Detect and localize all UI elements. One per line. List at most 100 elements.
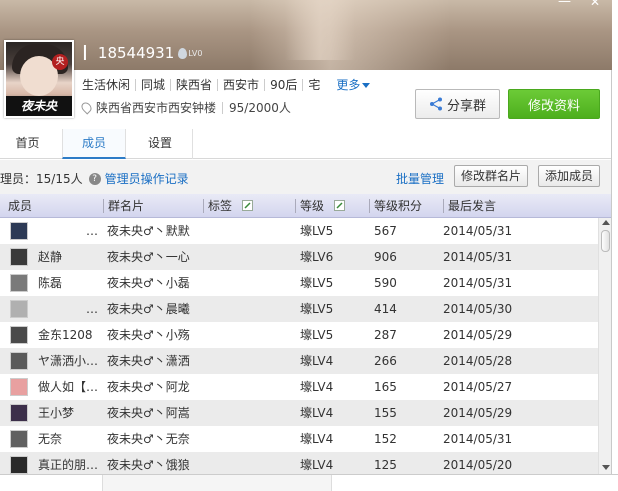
member-points: 125 [374, 458, 397, 472]
column-header-member[interactable]: 成员 [8, 194, 32, 218]
member-level: 壕LV4 [300, 458, 334, 472]
member-points: 266 [374, 354, 397, 368]
member-level: 壕LV5 [300, 224, 334, 238]
share-group-label: 分享群 [446, 98, 486, 114]
member-last-speech: 2014/05/31 [443, 432, 513, 446]
edit-group-card-button[interactable]: 修改群名片 [454, 165, 528, 187]
member-level: 壕LV4 [300, 380, 334, 394]
tab-bar: 首页 成员 设置 [0, 129, 612, 159]
tab-home[interactable]: 首页 [0, 129, 55, 159]
member-avatar[interactable] [10, 378, 28, 396]
member-level: 壕LV4 [300, 406, 334, 420]
member-points: 414 [374, 302, 397, 316]
admin-log-link[interactable]: 管理员操作记录 [105, 170, 189, 187]
share-icon [429, 97, 442, 111]
table-row[interactable]: … 夜未央♂丶晨曦 壕LV5 414 2014/05/30 [0, 296, 598, 322]
member-points: 152 [374, 432, 397, 446]
group-manager-window: — ✕ 央 夜未央 I 18544931 LV0 生活休闲 同城 陕西省 西安市… [0, 0, 618, 491]
member-card: 夜未央♂丶晨曦 [107, 302, 190, 316]
close-button[interactable]: ✕ [590, 0, 600, 8]
member-card: 夜未央♂丶阿龙 [107, 380, 190, 394]
member-avatar[interactable] [10, 274, 28, 292]
scroll-down-arrow-icon[interactable] [602, 465, 610, 470]
tag-item: 西安市 [223, 78, 260, 92]
member-card: 夜未央♂丶阿嵩 [107, 406, 190, 420]
table-row[interactable]: 做人如【… 夜未央♂丶阿龙 壕LV4 165 2014/05/27 [0, 374, 598, 400]
column-header-level[interactable]: 等级 [295, 194, 345, 218]
member-avatar[interactable] [10, 352, 28, 370]
member-avatar[interactable] [10, 430, 28, 448]
table-row[interactable]: 赵静 夜未央♂丶一心 壕LV6 906 2014/05/31 [0, 244, 598, 270]
member-last-speech: 2014/05/28 [443, 354, 513, 368]
member-last-speech: 2014/05/31 [443, 224, 513, 238]
banner-decoration [285, 0, 355, 60]
member-avatar[interactable] [10, 326, 28, 344]
more-tags-dropdown[interactable]: 更多 [336, 76, 370, 93]
add-member-button[interactable]: 添加成员 [538, 165, 600, 187]
share-group-button[interactable]: 分享群 [415, 89, 500, 119]
member-points: 155 [374, 406, 397, 420]
member-avatar[interactable] [10, 222, 28, 240]
member-name: ヤ潇洒小… [38, 354, 99, 368]
group-avatar[interactable]: 央 夜未央 [4, 40, 74, 118]
member-name: 无奈 [38, 432, 63, 446]
group-tags: 生活休闲 同城 陕西省 西安市 90后 宅 更多 [82, 76, 370, 93]
scroll-thumb[interactable] [601, 230, 610, 252]
member-card: 夜未央♂丶潇洒 [107, 354, 190, 368]
table-row[interactable]: … 夜未央♂丶默默 壕LV5 567 2014/05/31 [0, 218, 598, 244]
member-last-speech: 2014/05/31 [443, 276, 513, 290]
edit-pencil-icon[interactable] [241, 200, 253, 211]
member-last-speech: 2014/05/29 [443, 328, 513, 342]
table-scrollbar[interactable] [598, 218, 612, 474]
background-window-strip [0, 474, 618, 491]
tab-members[interactable]: 成员 [62, 129, 126, 159]
table-row[interactable]: 王小梦 夜未央♂丶阿嵩 壕LV4 155 2014/05/29 [0, 400, 598, 426]
background-panel [102, 475, 332, 491]
table-row[interactable]: ヤ潇洒小… 夜未央♂丶潇洒 壕LV4 266 2014/05/28 [0, 348, 598, 374]
member-level: 壕LV4 [300, 432, 334, 446]
member-name: 陈磊 [38, 276, 63, 290]
droplet-icon [178, 47, 188, 59]
column-header-card[interactable]: 群名片 [102, 194, 144, 218]
members-toolbar: 理员：15/15人 ? 管理员操作记录 批量管理 修改群名片 添加成员 [0, 160, 612, 194]
admin-summary: 理员：15/15人 ? 管理员操作记录 [0, 170, 189, 187]
member-level: 壕LV6 [300, 250, 334, 264]
column-header-tag[interactable]: 标签 [203, 194, 253, 218]
help-icon[interactable]: ? [88, 172, 101, 185]
edit-pencil-icon[interactable] [333, 200, 345, 211]
table-row[interactable]: 陈磊 夜未央♂丶小磊 壕LV5 590 2014/05/31 [0, 270, 598, 296]
member-level: 壕LV5 [300, 276, 334, 290]
table-row[interactable]: 金东1208 夜未央♂丶小殇 壕LV5 287 2014/05/29 [0, 322, 598, 348]
group-id: 18544931 [97, 44, 175, 62]
member-card: 夜未央♂丶一心 [107, 250, 190, 264]
member-card: 夜未央♂丶无奈 [107, 432, 190, 446]
tab-settings[interactable]: 设置 [128, 129, 193, 159]
member-name: … [86, 224, 98, 238]
column-header-points[interactable]: 等级积分 [368, 194, 422, 218]
member-avatar[interactable] [10, 248, 28, 266]
member-points: 165 [374, 380, 397, 394]
column-header-last-speech[interactable]: 最后发言 [442, 194, 496, 218]
scroll-up-arrow-icon[interactable] [602, 220, 610, 225]
text-cursor-icon: I [82, 41, 88, 65]
member-avatar[interactable] [10, 300, 28, 318]
member-points: 906 [374, 250, 397, 264]
member-avatar[interactable] [10, 456, 28, 474]
member-name: 金东1208 [38, 328, 93, 342]
member-last-speech: 2014/05/29 [443, 406, 513, 420]
member-level: 壕LV5 [300, 302, 334, 316]
minimize-button[interactable]: — [558, 0, 571, 8]
table-row[interactable]: 无奈 夜未央♂丶无奈 壕LV4 152 2014/05/31 [0, 426, 598, 452]
member-points: 287 [374, 328, 397, 342]
member-name: 真正的朋… [38, 458, 99, 472]
member-points: 567 [374, 224, 397, 238]
table-row[interactable]: 真正的朋… 夜未央♂丶饿狼 壕LV4 125 2014/05/20 [0, 452, 598, 474]
edit-profile-button[interactable]: 修改资料 [508, 89, 600, 119]
member-card: 夜未央♂丶小磊 [107, 276, 190, 290]
member-avatar[interactable] [10, 404, 28, 422]
member-name: 赵静 [38, 250, 63, 264]
member-count: 95/2000人 [229, 101, 291, 115]
member-last-speech: 2014/05/27 [443, 380, 513, 394]
member-last-speech: 2014/05/31 [443, 250, 513, 264]
batch-manage-link[interactable]: 批量管理 [396, 170, 444, 187]
